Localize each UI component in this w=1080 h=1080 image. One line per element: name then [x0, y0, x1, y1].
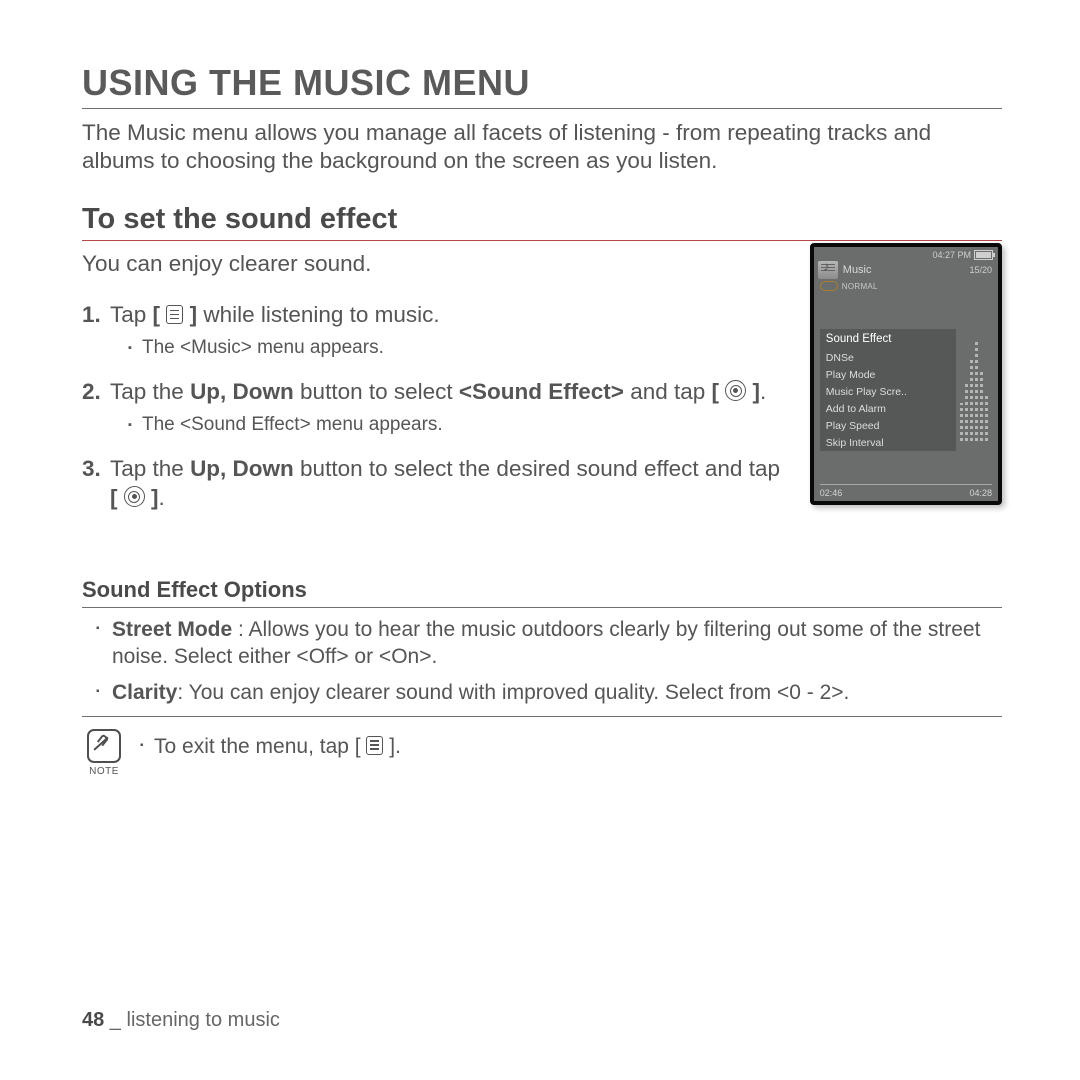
steps-list: 1. Tap [ ] while listening to music. The…: [82, 301, 792, 513]
step-3-a: Tap the: [110, 456, 190, 481]
options-list: Street Mode : Allows you to hear the mus…: [82, 616, 1002, 706]
option-1-label: Street Mode: [112, 618, 232, 641]
device-menu: Sound Effect DNSe Play Mode Music Play S…: [820, 329, 956, 451]
note-block: NOTE To exit the menu, tap [ ].: [82, 729, 1002, 777]
battery-icon: [974, 250, 993, 260]
page-title: USING THE MUSIC MENU: [82, 62, 1002, 104]
device-mock: 04:27 PM Music 15/20 NORMAL Sound Effect…: [810, 243, 1002, 505]
step-3-number: 3.: [82, 455, 101, 484]
step-3-dot: .: [159, 485, 165, 510]
device-progress: 02:46 04:28: [820, 488, 992, 498]
chapter-name: listening to music: [127, 1009, 280, 1031]
page-footer: 48 _ listening to music: [82, 1009, 280, 1032]
note-text: To exit the menu, tap [ ].: [140, 733, 401, 760]
option-2-label: Clarity: [112, 681, 177, 704]
section-title: To set the sound effect: [82, 203, 1002, 236]
step-3: 3. Tap the Up, Down button to select the…: [82, 455, 792, 513]
section-lead: You can enjoy clearer sound.: [82, 251, 792, 277]
device-menu-item: Add to Alarm: [820, 400, 956, 417]
equalizer-bars: [960, 333, 992, 441]
device-mode-row: NORMAL: [814, 280, 998, 295]
bracket-close: ]: [190, 302, 198, 327]
step-1: 1. Tap [ ] while listening to music. The…: [82, 301, 792, 360]
device-menu-item: Play Mode: [820, 366, 956, 383]
device-time-left: 02:46: [820, 488, 843, 498]
option-2-sep: :: [177, 681, 188, 704]
footer-sep: _: [104, 1009, 126, 1031]
step-3-b: Up, Down: [190, 456, 294, 481]
note-post: .: [395, 735, 401, 758]
title-rule: [82, 108, 1002, 109]
option-street-mode: Street Mode : Allows you to hear the mus…: [82, 616, 1002, 671]
device-menu-title: Sound Effect: [820, 329, 956, 349]
option-clarity: Clarity: You can enjoy clearer sound wit…: [82, 679, 1002, 706]
step-2-a: Tap the: [110, 379, 190, 404]
device-menu-item: Play Speed: [820, 417, 956, 434]
device-menu-item: Music Play Scre..: [820, 383, 956, 400]
device-count: 15/20: [969, 265, 992, 275]
intro-text: The Music menu allows you manage all fac…: [82, 119, 1002, 175]
step-2: 2. Tap the Up, Down button to select <So…: [82, 378, 792, 437]
device-title-row: Music 15/20: [814, 260, 998, 280]
note-label: NOTE: [89, 766, 119, 777]
options-rule-bottom: [82, 716, 1002, 717]
option-2-text: You can enjoy clearer sound with improve…: [189, 681, 850, 704]
step-2-e: and tap: [624, 379, 712, 404]
device-mode: NORMAL: [842, 282, 878, 291]
bracket-close3: ]: [151, 485, 159, 510]
step-2-b: Up, Down: [190, 379, 294, 404]
device-time-right: 04:28: [969, 488, 992, 498]
device-statusbar: 04:27 PM: [814, 247, 998, 260]
section-rule: [82, 240, 1002, 241]
page-number: 48: [82, 1009, 104, 1031]
menu-icon: [366, 736, 383, 755]
step-2-number: 2.: [82, 378, 101, 407]
device-time: 04:27 PM: [932, 250, 971, 260]
note-icon: [87, 729, 121, 763]
step-2-c: button to select: [294, 379, 459, 404]
repeat-icon: [820, 281, 838, 291]
note-pre: To exit the menu, tap: [154, 735, 355, 758]
target-icon: [124, 486, 145, 507]
device-menu-item: DNSe: [820, 349, 956, 366]
device-menu-item: Skip Interval: [820, 434, 956, 451]
menu-icon: [166, 305, 183, 324]
options-title: Sound Effect Options: [82, 577, 1002, 603]
bracket-open2: [: [712, 379, 720, 404]
step-3-c: button to select the desired sound effec…: [294, 456, 780, 481]
options-rule-top: [82, 607, 1002, 608]
step-1-number: 1.: [82, 301, 101, 330]
note-badge: NOTE: [82, 729, 126, 777]
step-1-post: while listening to music.: [197, 302, 440, 327]
target-icon: [725, 380, 746, 401]
step-2-sub: The <Sound Effect> menu appears.: [128, 413, 792, 437]
bracket-close2: ]: [753, 379, 761, 404]
step-2-d: <Sound Effect>: [459, 379, 624, 404]
step-2-dot: .: [760, 379, 766, 404]
option-1-sep: :: [232, 618, 248, 641]
bracket-open: [: [153, 302, 161, 327]
step-1-sub: The <Music> menu appears.: [128, 336, 792, 360]
device-title: Music: [843, 264, 872, 276]
music-note-icon: [818, 261, 838, 279]
bracket-open3: [: [110, 485, 118, 510]
step-1-pre: Tap: [110, 302, 153, 327]
